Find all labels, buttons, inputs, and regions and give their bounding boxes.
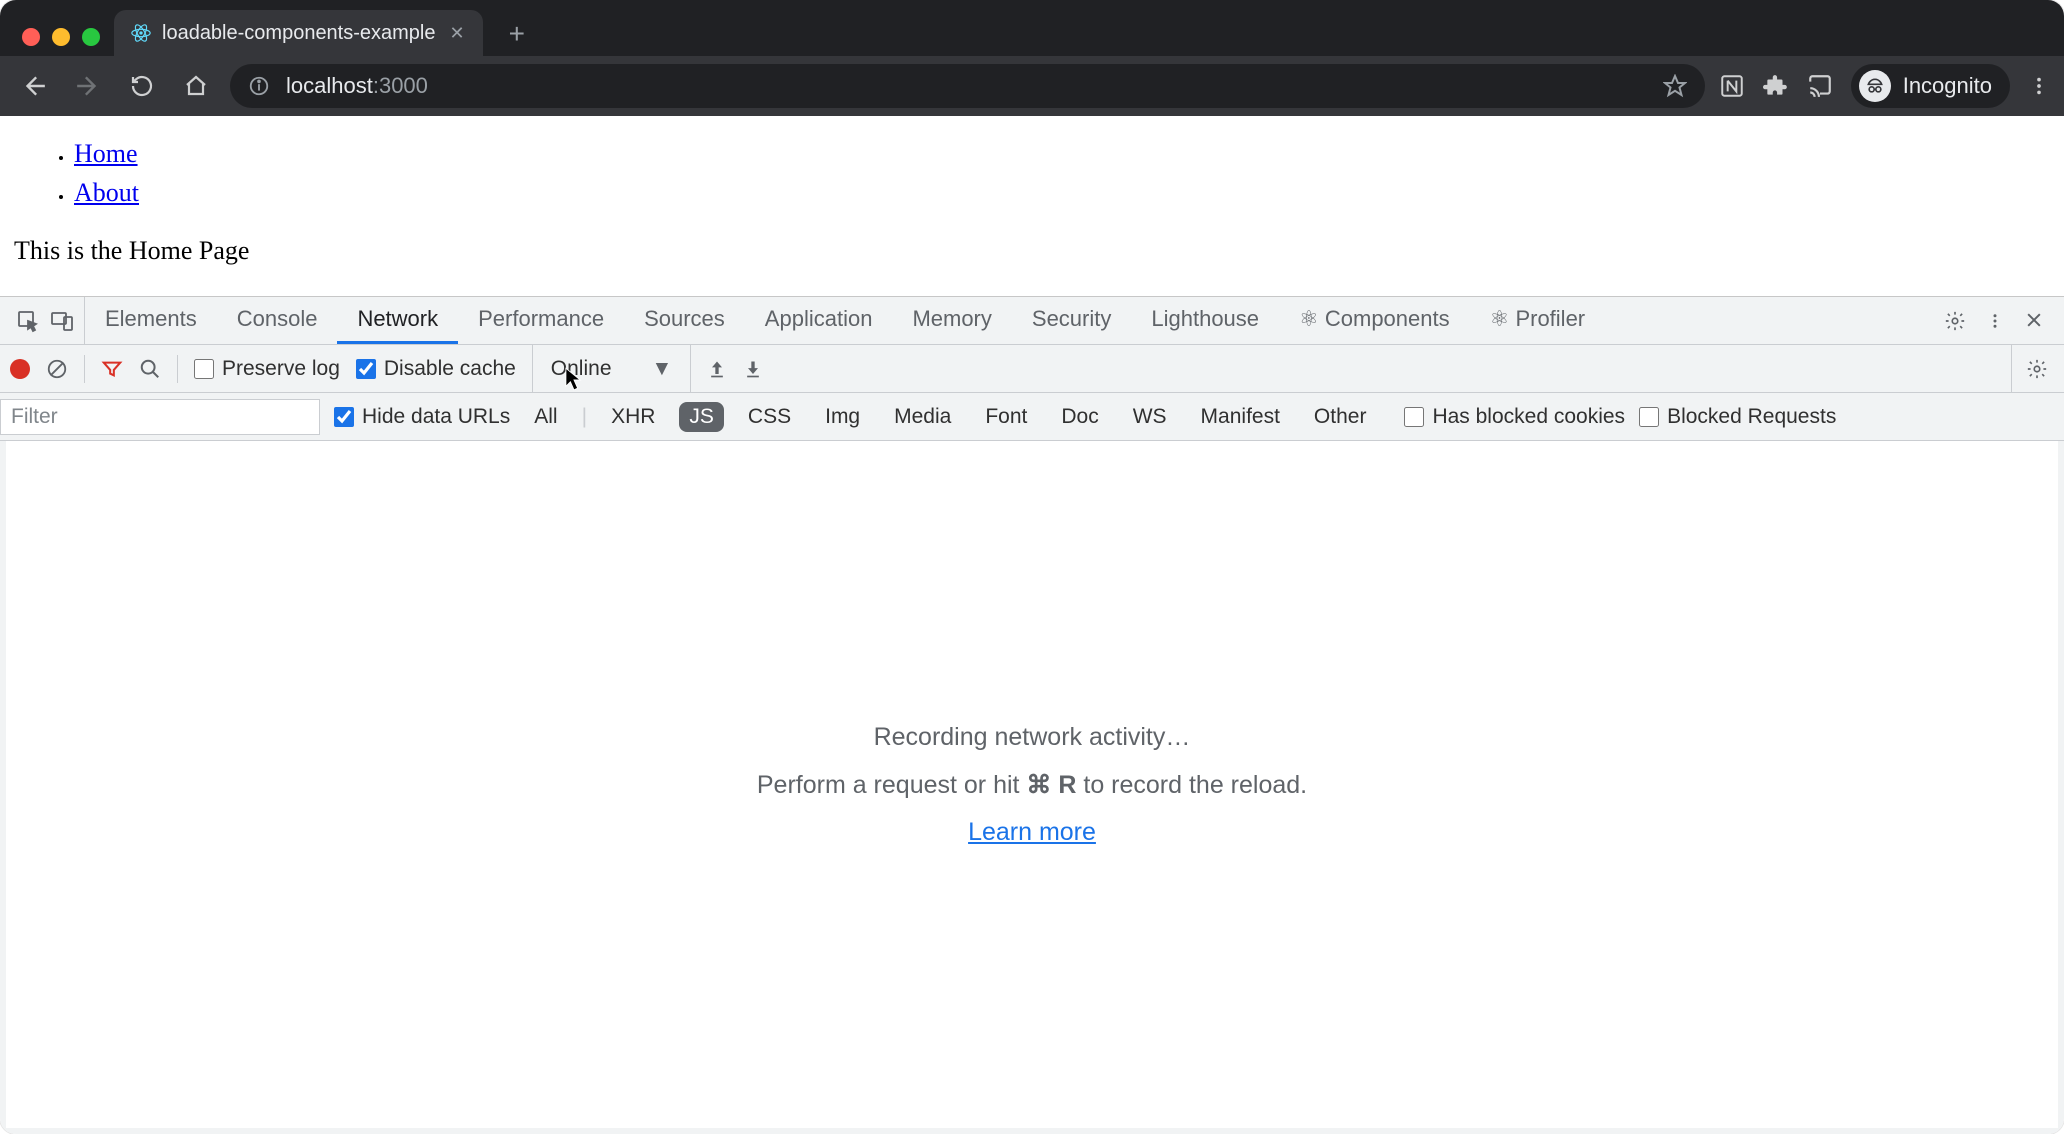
tab-title: loadable-components-example (162, 22, 436, 45)
filter-type-media[interactable]: Media (884, 402, 961, 432)
devtools-tab-security[interactable]: Security (1012, 297, 1131, 344)
browser-tab[interactable]: loadable-components-example ✕ (114, 10, 483, 56)
network-settings-icon[interactable] (2011, 345, 2054, 392)
site-info-icon[interactable] (248, 75, 270, 97)
react-favicon-icon (130, 22, 152, 44)
notion-extension-icon[interactable] (1719, 73, 1745, 99)
devtools-tab-console[interactable]: Console (217, 297, 338, 344)
browser-toolbar: localhost:3000 (0, 56, 2064, 116)
devtools-tab-lighthouse[interactable]: Lighthouse (1131, 297, 1279, 344)
devtools-tab-profiler[interactable]: ⚛ Profiler (1470, 297, 1606, 344)
hide-data-urls-checkbox[interactable]: Hide data URLs (334, 405, 510, 429)
empty-state-line1: Recording network activity… (874, 723, 1191, 752)
new-tab-button[interactable]: + (483, 18, 547, 56)
bookmark-star-icon[interactable] (1663, 74, 1687, 98)
learn-more-link[interactable]: Learn more (968, 818, 1096, 847)
filter-type-manifest[interactable]: Manifest (1191, 402, 1290, 432)
devtools-more-icon[interactable] (1986, 310, 2004, 332)
has-blocked-cookies-label: Has blocked cookies (1432, 405, 1625, 429)
network-empty-state: Recording network activity… Perform a re… (0, 441, 2064, 1134)
record-button[interactable] (10, 359, 30, 379)
preserve-log-checkbox[interactable]: Preserve log (194, 357, 340, 381)
forward-button[interactable] (68, 66, 108, 106)
window-controls (14, 28, 114, 56)
chevron-down-icon: ▼ (652, 357, 673, 381)
tab-strip: loadable-components-example ✕ + (0, 0, 2064, 56)
browser-menu-button[interactable] (2028, 75, 2050, 97)
filter-type-img[interactable]: Img (815, 402, 870, 432)
filter-type-font[interactable]: Font (975, 402, 1037, 432)
nav-link-home[interactable]: Home (74, 139, 138, 168)
search-icon[interactable] (139, 358, 161, 380)
address-bar[interactable]: localhost:3000 (230, 64, 1705, 108)
devtools-tab-memory[interactable]: Memory (892, 297, 1011, 344)
incognito-icon (1859, 70, 1891, 102)
disable-cache-checkbox[interactable]: Disable cache (356, 357, 516, 381)
devtools-tab-application[interactable]: Application (745, 297, 893, 344)
window-close-button[interactable] (22, 28, 40, 46)
disable-cache-label: Disable cache (384, 357, 516, 381)
reload-button[interactable] (122, 66, 162, 106)
filter-type-all[interactable]: All (524, 402, 567, 432)
nav-list: Home About (14, 134, 2050, 212)
devtools-tab-components[interactable]: ⚛ Components (1279, 297, 1470, 344)
filter-input[interactable] (0, 399, 320, 435)
url-text: localhost:3000 (286, 73, 428, 99)
filter-type-doc[interactable]: Doc (1051, 402, 1108, 432)
clear-button[interactable] (46, 358, 68, 380)
filter-type-other[interactable]: Other (1304, 402, 1377, 432)
back-button[interactable] (14, 66, 54, 106)
devtools-close-icon[interactable] (2024, 310, 2044, 332)
extensions-icon[interactable] (1763, 73, 1789, 99)
filter-type-css[interactable]: CSS (738, 402, 801, 432)
page-content: Home About This is the Home Page (0, 116, 2064, 296)
device-toolbar-icon[interactable] (50, 309, 74, 333)
filter-type-js[interactable]: JS (679, 402, 724, 432)
browser-chrome: loadable-components-example ✕ + (0, 0, 2064, 116)
devtools-tab-elements[interactable]: Elements (85, 297, 217, 344)
home-button[interactable] (176, 66, 216, 106)
devtools-tabbar: Elements Console Network Performance Sou… (0, 297, 2064, 345)
blocked-requests-checkbox[interactable]: Blocked Requests (1639, 405, 1836, 429)
throttling-select[interactable]: Online ▼ (532, 345, 692, 392)
blocked-requests-label: Blocked Requests (1667, 405, 1836, 429)
nav-link-about[interactable]: About (74, 178, 139, 207)
devtools-tab-sources[interactable]: Sources (624, 297, 745, 344)
inspect-element-icon[interactable] (16, 309, 40, 333)
devtools-tab-performance[interactable]: Performance (458, 297, 624, 344)
download-har-icon[interactable] (743, 359, 763, 379)
incognito-indicator[interactable]: Incognito (1851, 64, 2010, 108)
upload-har-icon[interactable] (707, 359, 727, 379)
page-body-text: This is the Home Page (14, 236, 2050, 266)
tab-close-button[interactable]: ✕ (446, 23, 469, 44)
throttling-value: Online (551, 357, 612, 381)
filter-type-ws[interactable]: WS (1123, 402, 1177, 432)
devtools-tab-network[interactable]: Network (337, 297, 458, 344)
devtools-panel: Elements Console Network Performance Sou… (0, 296, 2064, 1134)
window-minimize-button[interactable] (52, 28, 70, 46)
empty-state-line2: Perform a request or hit ⌘ R to record t… (757, 770, 1307, 800)
incognito-label: Incognito (1903, 73, 1992, 99)
network-toolbar: Preserve log Disable cache Online ▼ (0, 345, 2064, 393)
toolbar-right: Incognito (1719, 64, 2050, 108)
filter-type-xhr[interactable]: XHR (601, 402, 665, 432)
hide-data-urls-label: Hide data URLs (362, 405, 510, 429)
window-maximize-button[interactable] (82, 28, 100, 46)
devtools-settings-icon[interactable] (1944, 310, 1966, 332)
filter-toggle-icon[interactable] (101, 358, 123, 380)
network-filterbar: Hide data URLs All | XHR JS CSS Img Medi… (0, 393, 2064, 441)
preserve-log-label: Preserve log (222, 357, 340, 381)
cast-icon[interactable] (1807, 73, 1833, 99)
has-blocked-cookies-checkbox[interactable]: Has blocked cookies (1404, 405, 1625, 429)
